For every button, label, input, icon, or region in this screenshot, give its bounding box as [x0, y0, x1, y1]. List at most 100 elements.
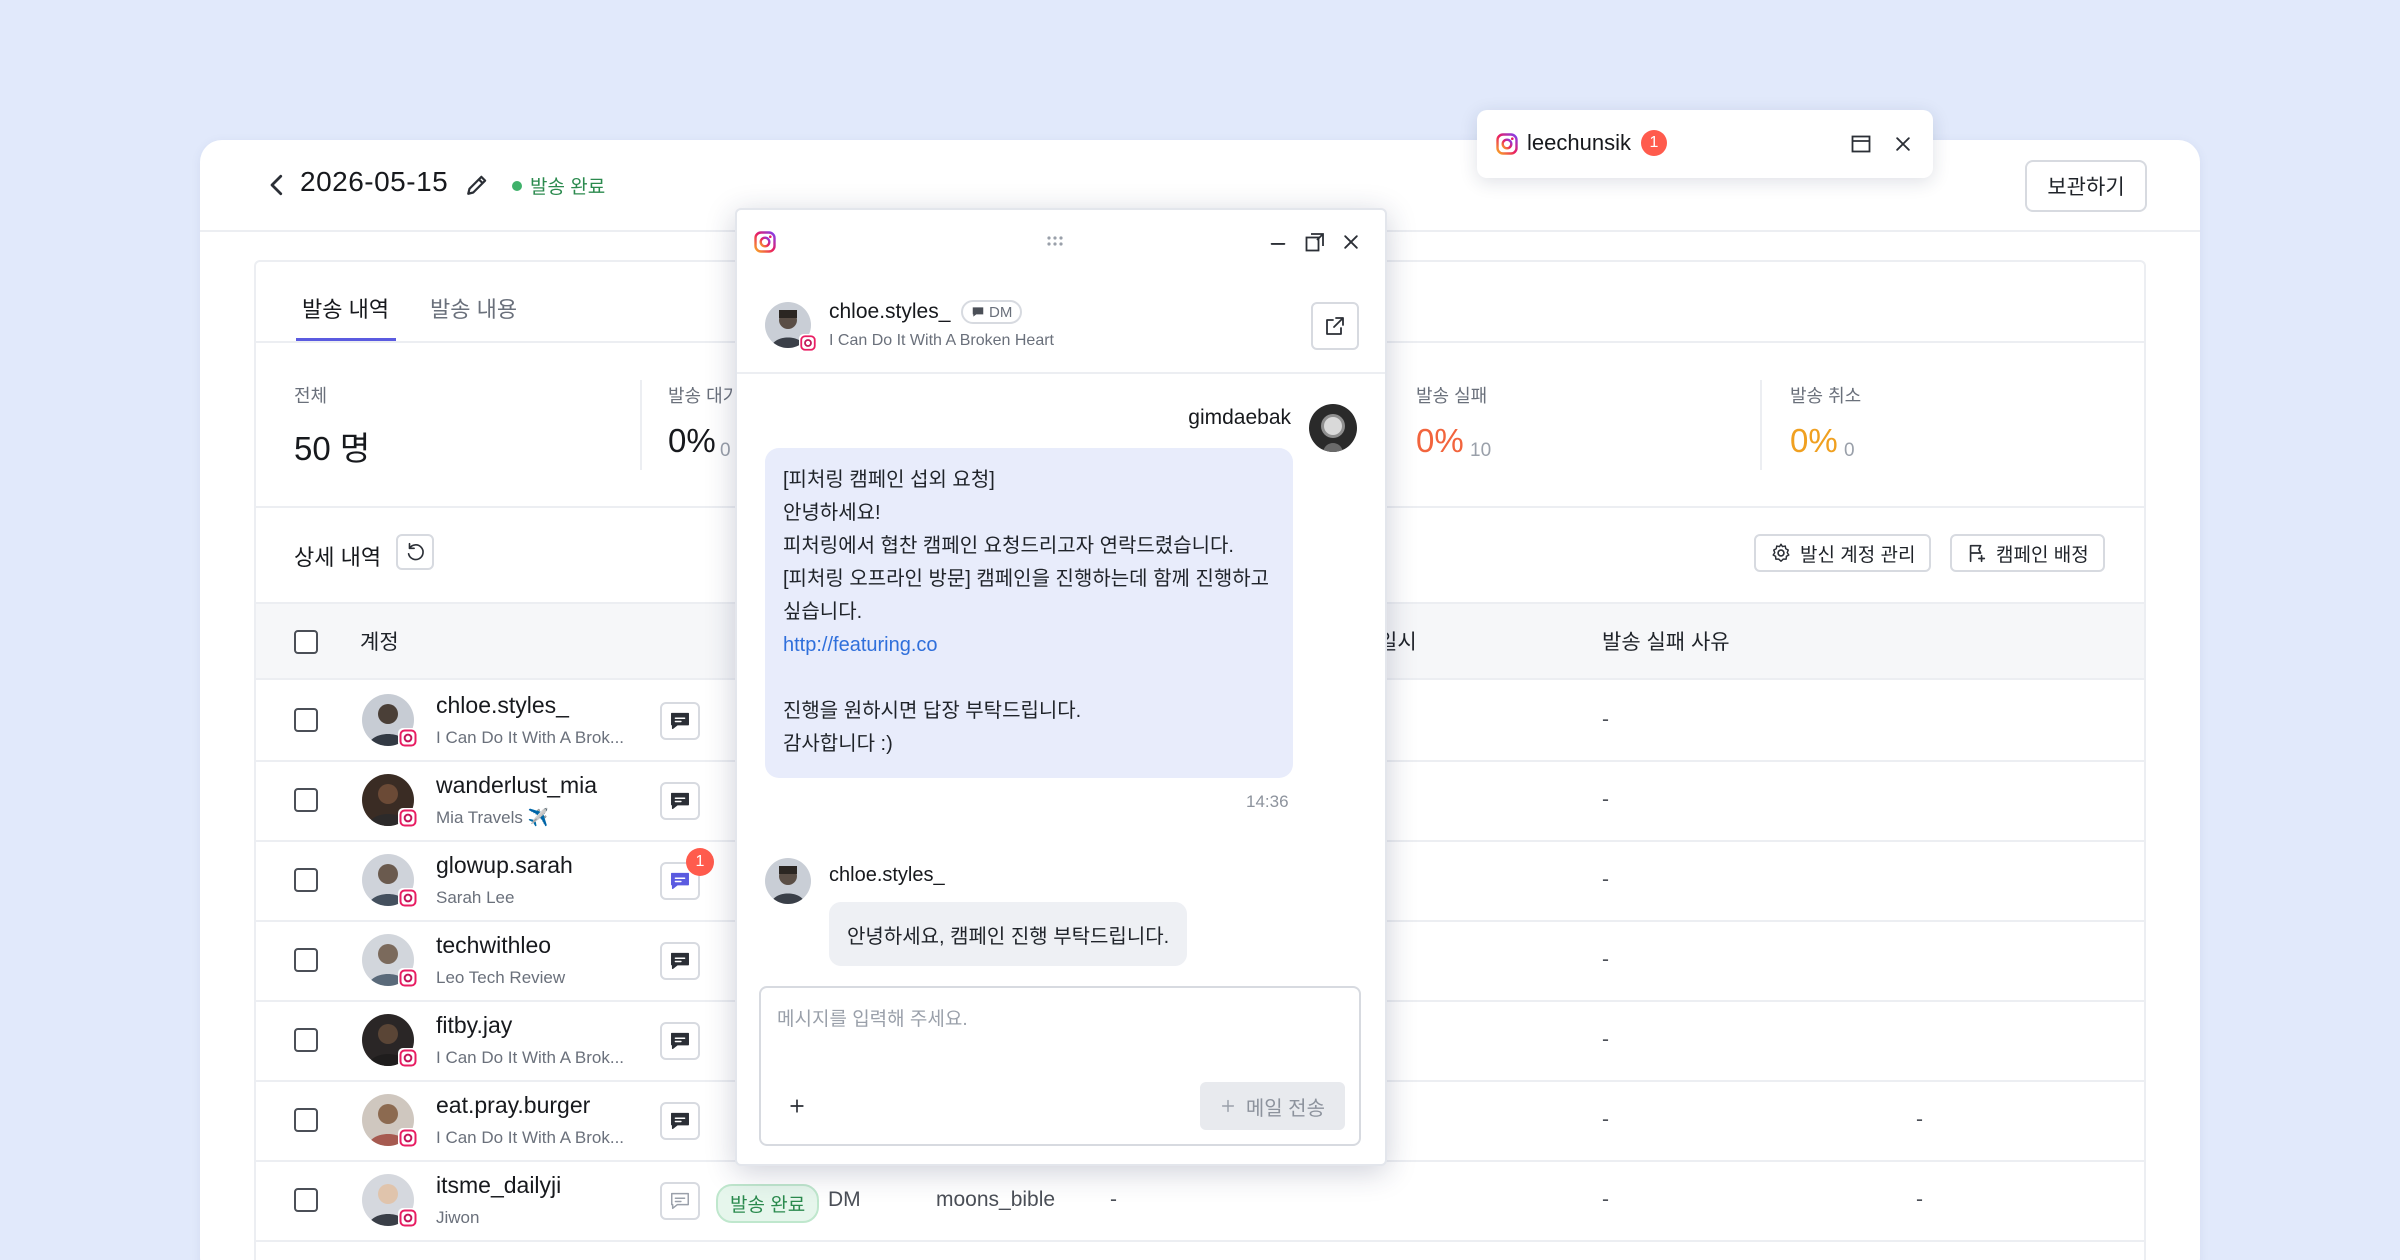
fail-reason: - [1602, 1188, 1609, 1211]
drag-handle-icon[interactable] [1045, 234, 1065, 248]
stat-total-value: 50 명 [294, 430, 371, 467]
fail-reason: - [1602, 948, 1609, 971]
sender-account: moons_bible [936, 1188, 1056, 1211]
refresh-icon [407, 542, 424, 561]
account-name[interactable]: techwithleo [436, 932, 551, 959]
close-icon[interactable] [1893, 134, 1913, 154]
edit-pencil-icon[interactable] [462, 170, 492, 200]
send-mail-button[interactable]: 메일 전송 [1199, 1082, 1345, 1130]
message-icon [671, 1192, 689, 1210]
message-icon [671, 792, 689, 810]
assign-campaign-label: 캠페인 배정 [1996, 544, 2089, 566]
column-header-account: 계정 [360, 631, 399, 654]
account-name[interactable]: itsme_dailyji [436, 1172, 561, 1199]
message-input[interactable]: 메시지를 입력해 주세요. [777, 1004, 968, 1031]
instagram-badge-icon [398, 728, 418, 748]
account-name[interactable]: eat.pray.burger [436, 1092, 590, 1119]
restore-window-icon[interactable] [1849, 132, 1873, 156]
account-subtitle: I Can Do It With A Brok... [436, 1048, 625, 1067]
message-line: 진행을 원하시면 답장 부탁드립니다. [783, 700, 1082, 722]
avatar [1309, 404, 1357, 452]
message-line: [피처링 오프라인 방문] 캠페인을 진행하는데 함께 진행하고 [783, 568, 1270, 590]
status-badge: 발송 완료 [716, 1184, 820, 1223]
row-checkbox[interactable] [294, 948, 318, 972]
page-title: 2026-05-15 [300, 166, 449, 197]
message-icon [972, 307, 984, 317]
stat-cancel-value: 0% [1790, 422, 1838, 459]
incoming-message-text: 안녕하세요, 캠페인 진행 부탁드립니다. [847, 925, 1170, 948]
close-icon[interactable] [1341, 232, 1361, 252]
cell-value: - [1110, 1188, 1117, 1211]
stat-divider [1760, 380, 1762, 470]
account-name[interactable]: chloe.styles_ [436, 692, 569, 719]
cell-value: - [1916, 1108, 1923, 1131]
chat-header-divider [737, 372, 1385, 374]
row-checkbox[interactable] [294, 1028, 318, 1052]
mini-window-unread-badge: 1 [1641, 130, 1667, 156]
external-link-icon [1326, 317, 1344, 335]
dm-chat-window: chloe.styles_ DM I Can Do It With A Brok… [735, 208, 1387, 1166]
send-type: DM [828, 1188, 861, 1211]
message-timestamp: 14:36 [1246, 792, 1289, 811]
column-header-fail-reason: 발송 실패 사유 [1602, 631, 1730, 654]
open-dm-button[interactable] [660, 1182, 700, 1220]
dm-tag: DM [961, 300, 1023, 324]
select-all-checkbox[interactable] [294, 630, 318, 654]
refresh-button[interactable] [396, 534, 434, 570]
table-row[interactable]: itsme_dailyji Jiwon 발송 완료 DM moons_bible - - - [256, 1162, 2144, 1242]
account-name[interactable]: glowup.sarah [436, 852, 573, 879]
dm-tag-label: DM [989, 303, 1013, 321]
status-dot [512, 181, 522, 191]
open-dm-button[interactable] [660, 1022, 700, 1060]
unread-count-badge: 1 [686, 848, 714, 876]
minimize-icon[interactable] [1267, 232, 1289, 254]
account-subtitle: I Can Do It With A Brok... [436, 728, 625, 747]
fail-reason: - [1602, 788, 1609, 811]
open-dm-button[interactable] [660, 942, 700, 980]
open-dm-button[interactable] [660, 702, 700, 740]
plus-icon [1221, 1099, 1234, 1113]
assign-campaign-button[interactable]: 캠페인 배정 [1950, 534, 2105, 572]
open-dm-button[interactable] [660, 1102, 700, 1140]
stat-divider [640, 380, 642, 470]
fail-reason: - [1602, 1028, 1609, 1051]
outgoing-message-bubble: [피처링 캠페인 섭외 요청] 안녕하세요! 피처링에서 협찬 캠페인 요청드리… [765, 448, 1293, 778]
row-checkbox[interactable] [294, 1108, 318, 1132]
open-dm-button[interactable] [660, 782, 700, 820]
stat-pending-label: 발송 대기 [668, 386, 740, 406]
incoming-message-bubble: 안녕하세요, 캠페인 진행 부탁드립니다. [829, 902, 1188, 966]
row-checkbox[interactable] [294, 1188, 318, 1212]
message-icon [671, 1112, 689, 1130]
open-external-button[interactable] [1311, 302, 1359, 350]
avatar [765, 858, 811, 904]
row-checkbox[interactable] [294, 868, 318, 892]
pop-out-icon[interactable] [1303, 230, 1327, 254]
instagram-badge-icon [398, 888, 418, 908]
minimized-chat-window[interactable]: leechunsik 1 [1477, 110, 1933, 178]
account-name[interactable]: wanderlust_mia [436, 772, 597, 799]
stat-failed-label: 발송 실패 [1416, 386, 1488, 406]
gear-icon [1772, 543, 1790, 562]
stat-failed-count: 10 [1470, 440, 1492, 461]
message-icon [671, 872, 689, 890]
manage-sender-accounts-button[interactable]: 발신 계정 관리 [1754, 534, 1932, 572]
mini-window-username: leechunsik [1527, 130, 1631, 155]
account-subtitle: Sarah Lee [436, 888, 515, 907]
instagram-badge-icon [398, 968, 418, 988]
account-subtitle: I Can Do It With A Brok... [436, 1128, 625, 1147]
row-checkbox[interactable] [294, 708, 318, 732]
message-line: 피처링에서 협찬 캠페인 요청드리고자 연락드렸습니다. [783, 535, 1234, 557]
message-link[interactable]: http://featuring.co [783, 629, 1275, 662]
save-button[interactable]: 보관하기 [2025, 160, 2147, 212]
tab-send-history[interactable]: 발송 내역 [302, 292, 389, 324]
account-subtitle: Mia Travels ✈️ [436, 808, 549, 827]
plus-icon[interactable] [787, 1096, 807, 1116]
message-composer: 메시지를 입력해 주세요. 메일 전송 [759, 986, 1361, 1146]
tab-send-content[interactable]: 발송 내용 [430, 292, 517, 324]
back-arrow-icon[interactable] [262, 170, 292, 200]
message-line [783, 662, 1275, 695]
row-checkbox[interactable] [294, 788, 318, 812]
stat-cancel-count: 0 [1844, 440, 1855, 461]
account-name[interactable]: fitby.jay [436, 1012, 512, 1039]
reply-sender-name: chloe.styles_ [829, 864, 945, 886]
